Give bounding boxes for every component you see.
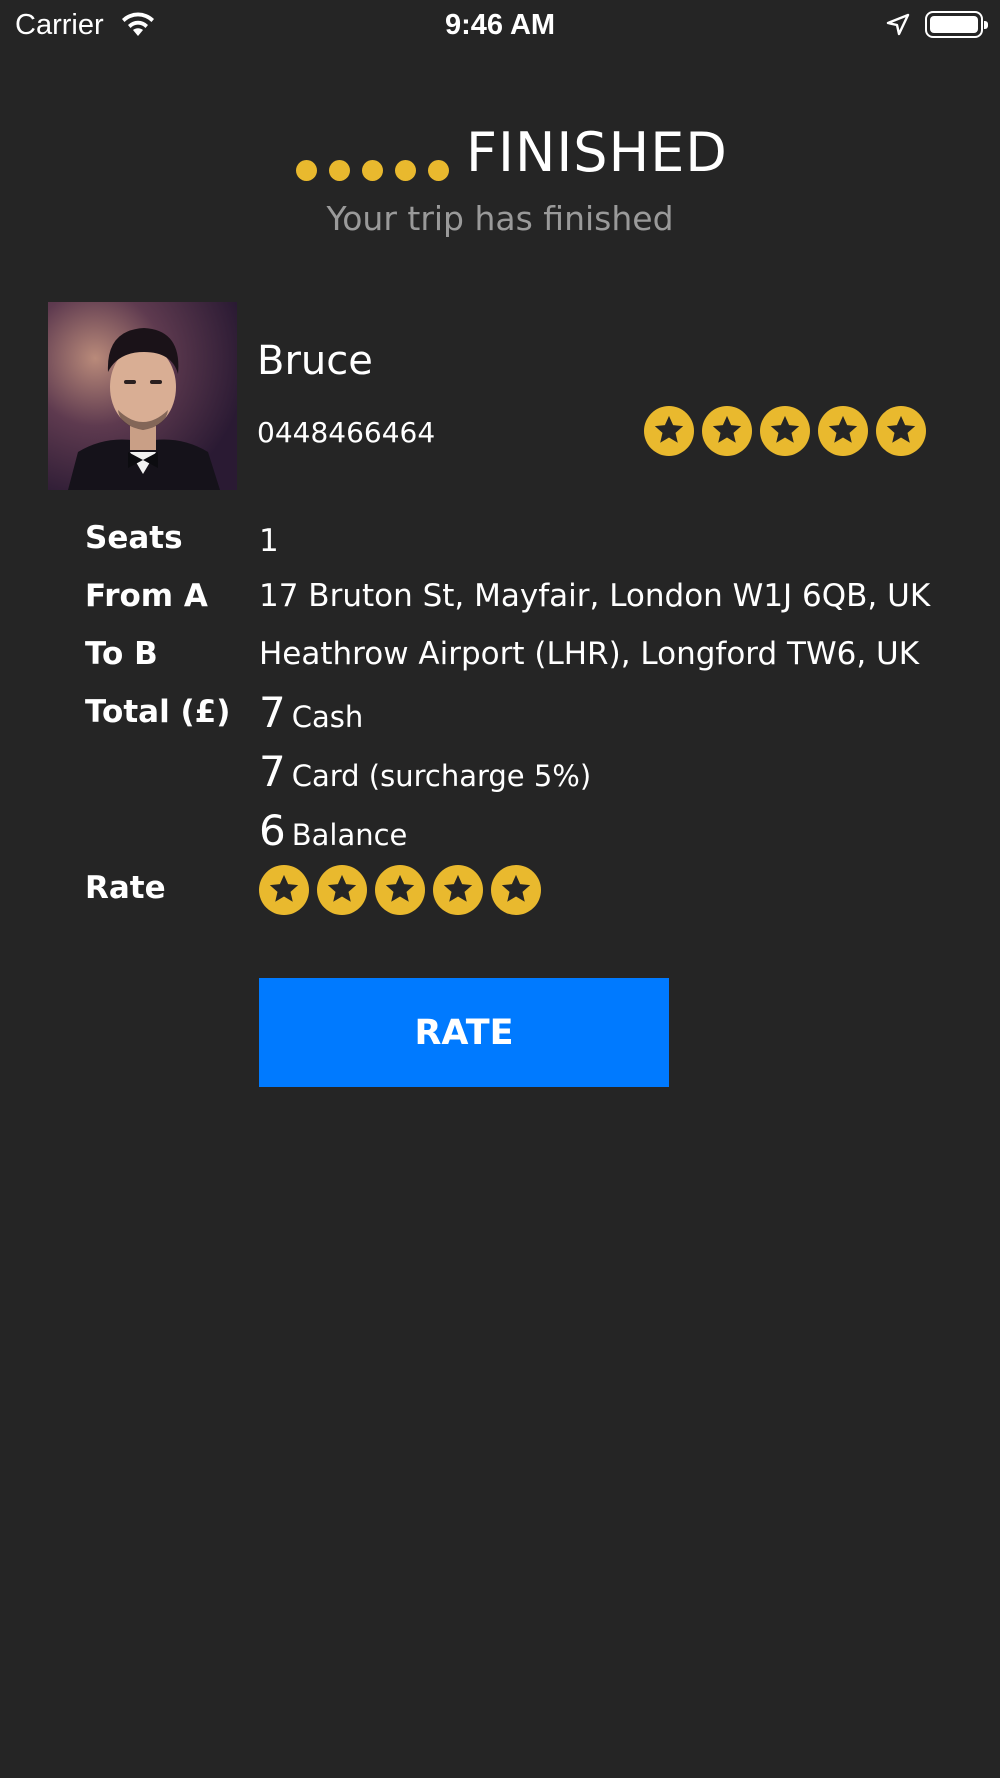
to-label: To B	[85, 636, 158, 672]
trip-status-title: FINISHED	[466, 121, 728, 184]
total-label: Total (£)	[85, 694, 231, 730]
progress-dot	[329, 160, 350, 181]
trip-status-subtitle: Your trip has finished	[326, 199, 674, 238]
clock: 9:46 AM	[444, 9, 556, 41]
from-label: From A	[85, 578, 208, 614]
star-icon	[876, 406, 926, 456]
star-icon	[818, 406, 868, 456]
rate-star-icon[interactable]	[259, 865, 309, 915]
total-card: 7 Card (surcharge 5%)	[259, 747, 591, 796]
rate-star-icon[interactable]	[433, 865, 483, 915]
seats-value: 1	[259, 523, 279, 559]
progress-dot	[428, 160, 449, 181]
rate-star-icon[interactable]	[491, 865, 541, 915]
location-arrow-icon	[886, 13, 910, 36]
progress-dot	[395, 160, 416, 181]
rate-star-icon[interactable]	[317, 865, 367, 915]
payment-method: Balance	[291, 818, 408, 852]
star-icon	[760, 406, 810, 456]
total-amount: 7	[259, 747, 286, 796]
from-address: 17 Bruton St, Mayfair, London W1J 6QB, U…	[259, 578, 931, 614]
status-bar: Carrier 9:46 AM	[0, 0, 1000, 50]
progress-dot	[296, 160, 317, 181]
driver-name: Bruce	[257, 338, 373, 384]
driver-photo	[48, 302, 237, 490]
star-icon	[702, 406, 752, 456]
battery-icon	[925, 11, 988, 38]
driver-phone: 0448466464	[257, 416, 436, 449]
rate-star-icon[interactable]	[375, 865, 425, 915]
star-icon	[644, 406, 694, 456]
total-cash: 7 Cash	[259, 688, 363, 737]
progress-dot	[362, 160, 383, 181]
seats-label: Seats	[85, 520, 183, 556]
total-balance: 6 Balance	[259, 806, 407, 855]
total-amount: 7	[259, 688, 286, 737]
rate-label: Rate	[85, 870, 166, 906]
to-address: Heathrow Airport (LHR), Longford TW6, UK	[259, 636, 920, 672]
total-amount: 6	[259, 806, 286, 855]
rate-button[interactable]: RATE	[259, 978, 669, 1087]
payment-method: Card (surcharge 5%)	[291, 759, 592, 793]
payment-method: Cash	[291, 700, 364, 734]
